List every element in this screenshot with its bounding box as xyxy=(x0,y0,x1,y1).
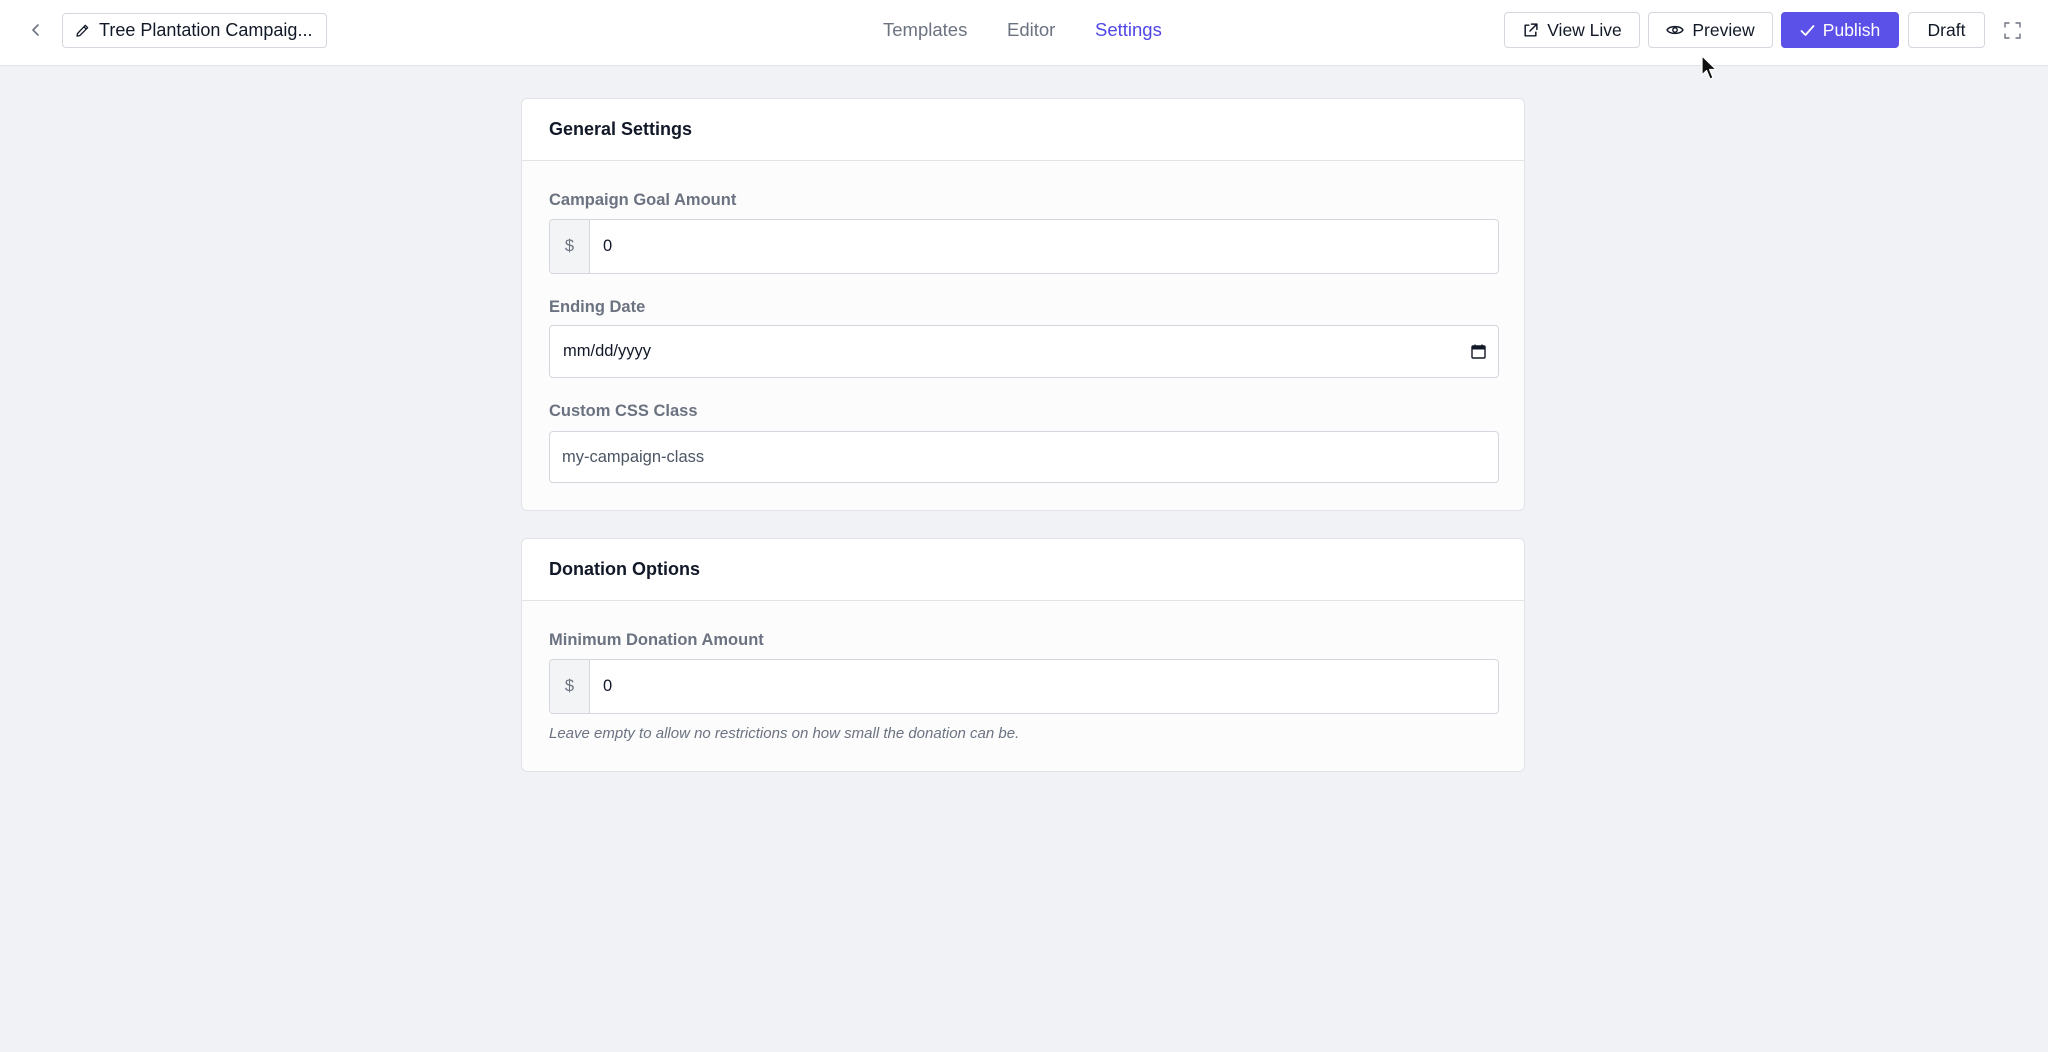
publish-button[interactable]: Publish xyxy=(1781,12,1899,48)
mouse-cursor-icon xyxy=(1701,55,1717,80)
currency-prefix: $ xyxy=(550,220,590,273)
minimum-donation-input[interactable]: $ 0 xyxy=(549,659,1499,714)
minimum-donation-label: Minimum Donation Amount xyxy=(549,631,764,649)
top-bar: Tree Plantation Campaig... Templates Edi… xyxy=(0,0,2048,66)
campaign-title: Tree Plantation Campaig... xyxy=(99,20,313,40)
draft-label: Draft xyxy=(1927,19,1966,40)
fullscreen-button[interactable] xyxy=(2000,18,2024,42)
tab-templates[interactable]: Templates xyxy=(883,19,967,41)
draft-button[interactable]: Draft xyxy=(1908,12,1985,48)
custom-css-input[interactable]: my-campaign-class xyxy=(549,431,1499,483)
check-icon xyxy=(1800,24,1815,36)
chevron-left-icon xyxy=(32,24,39,36)
calendar-icon[interactable] xyxy=(1471,344,1486,359)
campaign-title-button[interactable]: Tree Plantation Campaig... xyxy=(62,13,327,48)
ending-date-input[interactable]: mm/dd/yyyy xyxy=(549,325,1499,378)
tab-editor[interactable]: Editor xyxy=(1007,19,1055,41)
general-settings-title: General Settings xyxy=(522,99,1524,161)
preview-button[interactable]: Preview xyxy=(1648,12,1773,48)
minimum-donation-help: Leave empty to allow no restrictions on … xyxy=(549,725,1020,742)
general-settings-card: General Settings Campaign Goal Amount $ … xyxy=(521,98,1525,511)
donation-options-title: Donation Options xyxy=(522,539,1524,601)
custom-css-placeholder: my-campaign-class xyxy=(562,447,705,466)
view-live-button[interactable]: View Live xyxy=(1504,12,1640,48)
campaign-goal-value: 0 xyxy=(603,237,613,255)
ending-date-label: Ending Date xyxy=(549,298,646,316)
donation-options-card: Donation Options Minimum Donation Amount… xyxy=(521,538,1525,772)
publish-label: Publish xyxy=(1822,19,1881,40)
campaign-goal-input[interactable]: $ 0 xyxy=(549,219,1499,274)
external-link-icon xyxy=(1524,22,1538,37)
back-button[interactable] xyxy=(22,16,50,44)
pencil-icon xyxy=(76,24,89,37)
ending-date-value: mm/dd/yyyy xyxy=(563,342,652,360)
currency-prefix: $ xyxy=(550,660,590,713)
preview-label: Preview xyxy=(1692,19,1755,40)
expand-icon xyxy=(2003,21,2021,39)
campaign-goal-label: Campaign Goal Amount xyxy=(549,191,737,209)
eye-icon xyxy=(1666,25,1685,35)
custom-css-label: Custom CSS Class xyxy=(549,402,698,420)
tab-settings[interactable]: Settings xyxy=(1095,19,1162,41)
minimum-donation-value: 0 xyxy=(603,677,613,695)
view-live-label: View Live xyxy=(1547,19,1622,40)
